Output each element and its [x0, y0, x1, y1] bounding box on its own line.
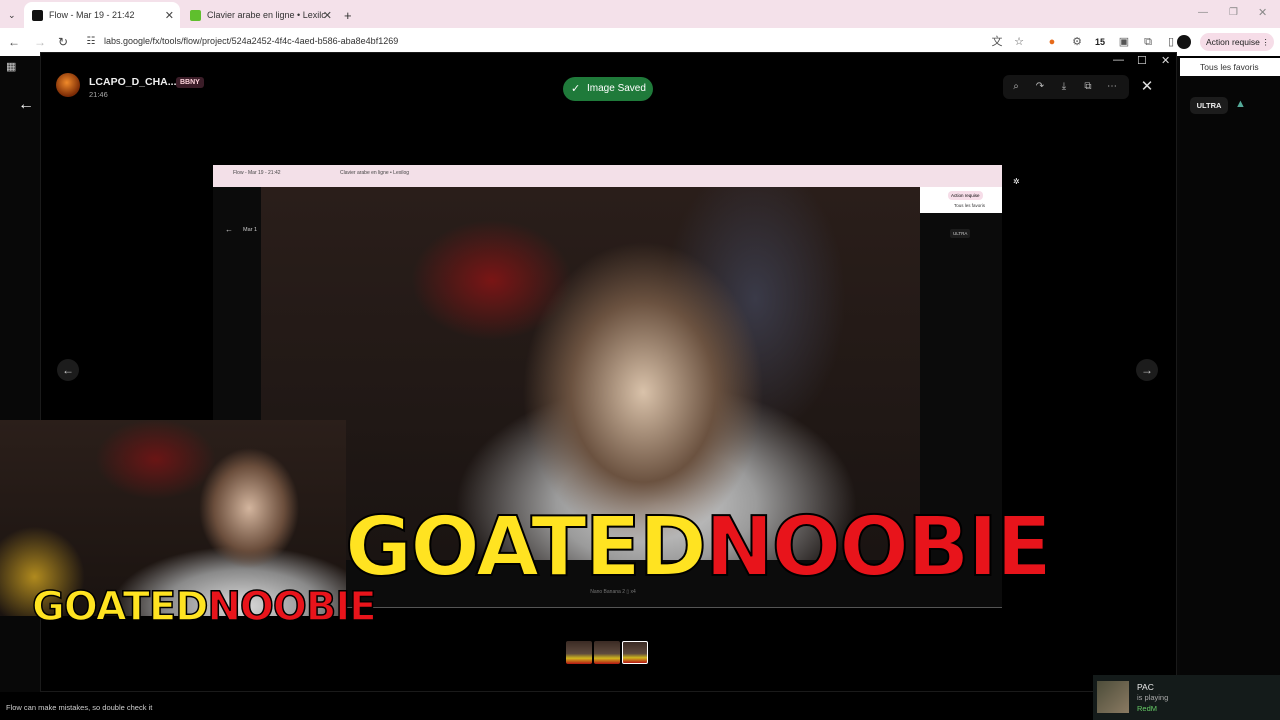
back-arrow-icon[interactable]: ← — [18, 96, 34, 114]
bookmarks-label: Tous les favoris — [1200, 62, 1259, 72]
forward-icon[interactable]: → — [32, 34, 48, 50]
check-icon: ✓ — [571, 83, 581, 95]
image-saved-toast: ✓ Image Saved — [563, 77, 653, 101]
open-external-icon[interactable]: ⧉ — [1081, 80, 1095, 94]
image-tab-title: Flow - Mar 19 - 21:42 — [233, 170, 281, 176]
viewer-toolbar: ⌕ ↷ ⤓ ⧉ ⋯ — [1003, 75, 1129, 99]
lexilog-favicon-icon — [190, 9, 201, 21]
goated-noobie-logo: GOATEDNOOBIE — [344, 499, 1053, 596]
flow-favicon-icon — [32, 9, 43, 21]
logo-yellow-text: GOATED — [344, 499, 708, 596]
reload-icon[interactable]: ↻ — [55, 34, 71, 50]
more-horiz-icon[interactable]: ⋯ — [1105, 80, 1119, 94]
tab-bar: ⌄ Flow - Mar 19 - 21:42 ✕ Clavier arabe … — [0, 0, 1280, 28]
notification-game: RedM — [1137, 704, 1158, 713]
notification-avatar — [1097, 681, 1129, 713]
back-icon[interactable]: ← — [6, 34, 22, 50]
share-icon[interactable]: ↷ — [1033, 80, 1047, 94]
close-window-icon[interactable]: ✕ — [1258, 6, 1267, 19]
image-favs-label: Tous les favoris — [954, 203, 986, 208]
tab-title: Clavier arabe en ligne • Lexilog — [207, 10, 325, 20]
maximize-icon[interactable]: ☐ — [1137, 54, 1147, 67]
apps-grid-icon[interactable]: ▦ — [6, 60, 16, 73]
chevron-down-icon: ⌄ — [8, 9, 16, 20]
action-label: Action requise — [1206, 37, 1260, 47]
image-tab-title: Clavier arabe en ligne • Lexilog — [340, 170, 410, 176]
sidebar-icon[interactable]: ▯ — [1164, 35, 1178, 49]
prev-image-button[interactable]: ← — [57, 359, 79, 381]
download-icon[interactable]: ⤓ — [1057, 80, 1071, 94]
username: LCAPO_D_CHA... — [89, 76, 177, 88]
extensions-icon[interactable]: ⧉ — [1141, 35, 1155, 49]
action-required-button[interactable]: Action requise ⋮ — [1200, 33, 1274, 51]
thumbnail[interactable] — [566, 641, 592, 664]
image-ultra-badge: ULTRA — [950, 229, 971, 238]
disclaimer-text: Flow can make mistakes, so double check … — [6, 703, 153, 712]
extension-icon[interactable]: ▣ — [1117, 35, 1131, 49]
badge-count[interactable]: 15 — [1093, 35, 1107, 49]
thumbnail-selected[interactable] — [622, 641, 648, 664]
thumbnail[interactable] — [594, 641, 620, 664]
back-arrow-icon: ← — [225, 225, 233, 234]
image-action-label: Action requise — [948, 191, 983, 200]
restore-icon[interactable]: ❐ — [1229, 7, 1238, 18]
timestamp: 21:46 — [89, 90, 108, 99]
bookmarks-folder[interactable]: Tous les favoris — [1180, 58, 1280, 76]
close-icon[interactable]: ✕ — [165, 9, 174, 22]
minimize-icon[interactable]: — — [1198, 7, 1208, 18]
translate-icon[interactable]: 文 — [990, 35, 1004, 49]
tab-title: Flow - Mar 19 - 21:42 — [49, 10, 135, 20]
close-viewer-button[interactable]: ✕ — [1137, 77, 1157, 97]
close-icon[interactable]: ✕ — [323, 9, 332, 22]
logo-yellow-text: GOATED — [31, 584, 209, 631]
image-toolbar-fragment: Action requise Tous les favoris — [920, 187, 1002, 213]
site-info-icon[interactable]: ☷ — [83, 34, 99, 50]
toast-text: Image Saved — [587, 83, 646, 94]
logo-red-text: NOOBIE — [704, 499, 1053, 596]
app-right-strip — [1180, 76, 1280, 676]
goated-noobie-logo-small: GOATEDNOOBIE — [31, 584, 377, 631]
zoom-icon[interactable]: ⌕ — [1009, 80, 1023, 94]
image-inner-title: Mar 1 — [243, 227, 258, 233]
close-window-icon[interactable]: ✕ — [1161, 54, 1170, 67]
user-badge: BBNY — [176, 77, 204, 88]
arrow-left-icon: ← — [62, 363, 74, 377]
arrow-right-icon: → — [1141, 363, 1153, 377]
extension-puzzle-icon[interactable]: ⚙ — [1070, 35, 1084, 49]
notification-name: PAC — [1137, 682, 1154, 692]
next-image-button[interactable]: → — [1136, 359, 1158, 381]
flow-logo-icon: ▲ — [1235, 98, 1246, 110]
profile-avatar[interactable] — [1177, 35, 1191, 49]
notification-status: is playing — [1137, 693, 1169, 702]
address-bar[interactable]: labs.google/fx/tools/flow/project/524a24… — [104, 36, 398, 46]
extension-flame-icon[interactable]: ● — [1045, 35, 1059, 49]
tab-flow[interactable]: Flow - Mar 19 - 21:42 ✕ — [24, 2, 180, 28]
ultra-badge: ULTRA — [1190, 97, 1228, 114]
tab-search-dropdown[interactable]: ⌄ — [0, 2, 24, 28]
plus-icon: + — [344, 7, 352, 23]
avatar — [56, 73, 80, 97]
tab-lexilog[interactable]: Clavier arabe en ligne • Lexilog ✕ — [182, 2, 338, 28]
new-tab-button[interactable]: + — [344, 2, 362, 28]
image-tabbar: Flow - Mar 19 - 21:42 Clavier arabe en l… — [213, 165, 1002, 187]
logo-red-text: NOOBIE — [207, 584, 378, 631]
bookmark-star-icon[interactable]: ☆ — [1012, 35, 1026, 49]
minimize-icon[interactable]: — — [1113, 54, 1124, 66]
more-vert-icon: ⋮ — [1261, 37, 1270, 47]
gear-icon[interactable]: ✲ — [1013, 177, 1020, 186]
